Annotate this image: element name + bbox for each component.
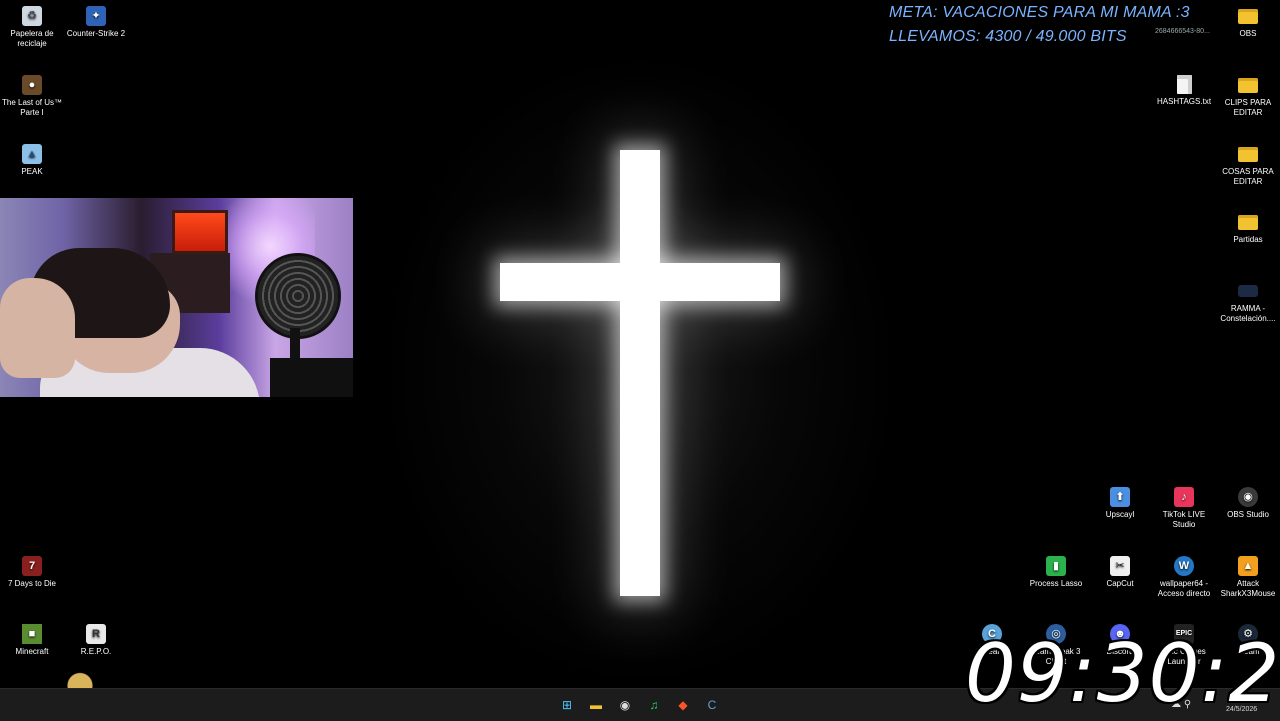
pixel-cat-widget [60,668,100,688]
webcam-person-hand [0,278,75,378]
icon-label: Process Lasso [1029,579,1083,588]
repo-icon: R [86,624,106,644]
desktop-icon-recycle-bin[interactable]: ♻ Papelera de reciclaje [0,6,64,49]
desktop: ♻ Papelera de reciclaje ✦ Counter-Strike… [0,0,1280,688]
file-explorer-icon[interactable]: ▬ [585,694,607,716]
tiktok-live-icon: ♪ [1174,487,1194,507]
desktop-icon-cosas-para-editar[interactable]: COSAS PARA EDITAR [1216,144,1280,187]
obs-studio-icon: ◉ [1238,487,1258,507]
desktop-icon-peak[interactable]: ▲ PEAK [0,144,64,177]
counter-strike-icon: ✦ [86,6,106,26]
brave-icon[interactable]: ◆ [672,694,694,716]
desktop-icon-obs-studio[interactable]: ◉ OBS Studio [1216,487,1280,520]
peak-icon: ▲ [22,144,42,164]
desktop-icon-process-lasso[interactable]: ▮ Process Lasso [1024,556,1088,589]
desktop-icon-obs-folder[interactable]: OBS [1216,6,1280,39]
process-lasso-icon: ▮ [1046,556,1066,576]
icon-label: CapCut [1106,579,1134,588]
desktop-icon-wallpaper64[interactable]: W wallpaper64 - Acceso directo [1152,556,1216,599]
donation-progress-text: LLEVAMOS: 4300 / 49.000 BITS [889,28,1127,45]
webcam-feed [0,198,353,397]
webcam-fireplace [172,210,228,254]
icon-label: The Last of Us™ Parte I [1,98,63,117]
desktop-icon-counter-strike-2[interactable]: ✦ Counter-Strike 2 [64,6,128,39]
icon-label: HASHTAGS.txt [1156,97,1212,106]
icon-label: Partidas [1233,235,1263,244]
desktop-icon-partidas[interactable]: Partidas [1216,212,1280,245]
recycle-bin-icon: ♻ [22,6,42,26]
video-file-icon [1238,285,1258,297]
desktop-icon-hashtags-txt[interactable]: HASHTAGS.txt [1152,75,1216,107]
icon-label: TikTok LIVE Studio [1162,510,1206,529]
icon-label: RAMMA - Constelación.... [1220,304,1276,323]
upscayl-icon: ⬆ [1110,487,1130,507]
desktop-icon-repo[interactable]: R R.E.P.O. [64,624,128,657]
attack-shark-icon: ▲ [1238,556,1258,576]
icon-label: Papelera de reciclaje [10,29,54,48]
icon-label: Minecraft [15,647,49,656]
capcut-icon: ✂ [1110,556,1130,576]
icon-label: Counter-Strike 2 [66,29,126,38]
icon-label: CLIPS PARA EDITAR [1224,98,1272,117]
webcam-monitor [270,358,353,397]
desktop-icon-upscayl[interactable]: ⬆ Upscayl [1088,487,1152,520]
desktop-icon-minecraft[interactable]: ■ Minecraft [0,624,64,657]
folder-icon [1238,147,1258,162]
icon-label: PEAK [21,167,43,176]
text-file-icon [1176,75,1192,94]
icon-label: COSAS PARA EDITAR [1222,167,1274,186]
icon-label: OBS [1239,29,1257,38]
obs-taskbar-icon[interactable]: ◉ [614,694,636,716]
folder-icon [1238,78,1258,93]
desktop-icon-clips-para-editar[interactable]: CLIPS PARA EDITAR [1216,75,1280,118]
wallpaper-engine-icon: W [1174,556,1194,576]
spotify-icon[interactable]: ♫ [643,694,665,716]
icon-label: Upscayl [1105,510,1135,519]
desktop-icon-tiktok-live-studio[interactable]: ♪ TikTok LIVE Studio [1152,487,1216,530]
desktop-icon-capcut[interactable]: ✂ CapCut [1088,556,1152,589]
icon-label: Attack SharkX3Mouse [1220,579,1276,598]
desktop-icon-7-days-to-die[interactable]: 7 7 Days to Die [0,556,64,589]
stream-clock: 09:30:25 [965,627,1280,720]
donation-goal-text: META: VACACIONES PARA MI MAMA :3 [889,4,1190,21]
folder-icon [1238,215,1258,230]
overlay-small-text: 2684666543-80... [1155,28,1210,35]
icon-label: R.E.P.O. [80,647,112,656]
cross-wallpaper-horizontal [500,263,780,301]
webcam-fan [255,253,341,339]
folder-icon [1238,9,1258,24]
icon-label: OBS Studio [1227,510,1269,519]
last-of-us-icon: ● [22,75,42,95]
cross-wallpaper-vertical [620,150,660,596]
icon-label: 7 Days to Die [7,579,57,588]
desktop-icon-attack-shark[interactable]: ▲ Attack SharkX3Mouse [1216,556,1280,599]
windows-start-icon[interactable]: ⊞ [556,694,578,716]
ccleaner-taskbar-icon[interactable]: C [701,694,723,716]
icon-label: wallpaper64 - Acceso directo [1157,579,1211,598]
desktop-icon-last-of-us[interactable]: ● The Last of Us™ Parte I [0,75,64,118]
minecraft-icon: ■ [22,624,42,644]
7-days-to-die-icon: 7 [22,556,42,576]
desktop-icon-ramma-video[interactable]: RAMMA - Constelación.... [1216,281,1280,324]
